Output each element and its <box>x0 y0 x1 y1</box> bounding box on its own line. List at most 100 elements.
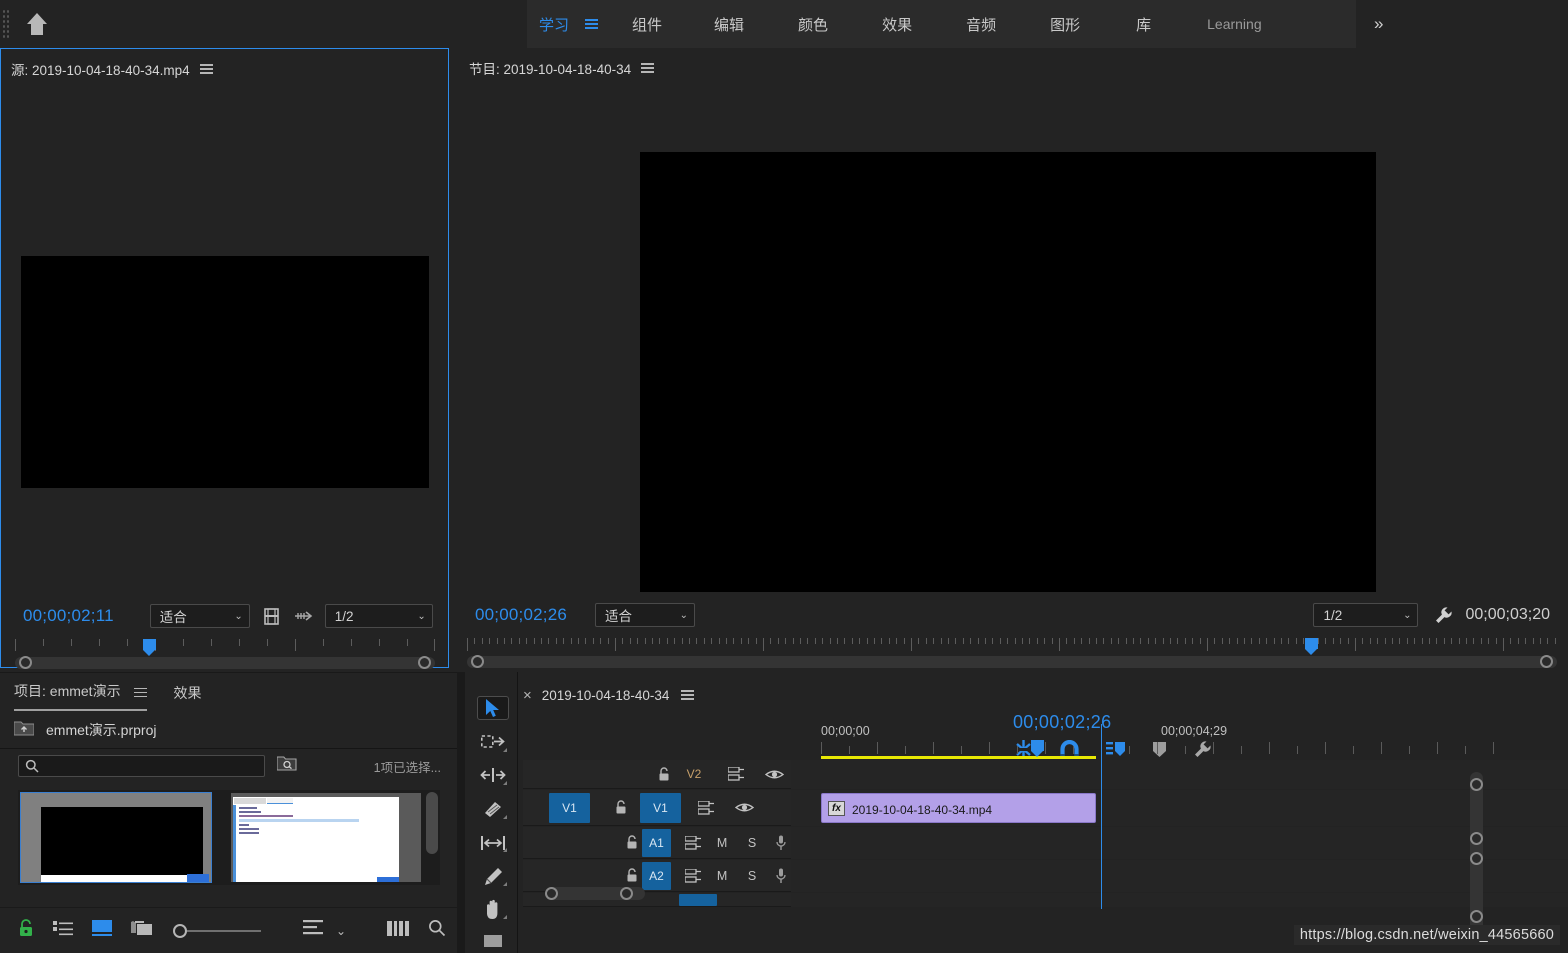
program-playhead-timecode[interactable]: 00;00;02;26 <box>475 605 567 625</box>
track-visibility-icon-v1[interactable] <box>731 796 757 820</box>
search-input[interactable] <box>18 755 265 777</box>
hscroll-handle-left[interactable] <box>545 887 558 900</box>
program-monitor-menu-icon[interactable] <box>641 63 655 73</box>
track-lock-icon-v1[interactable] <box>608 796 634 820</box>
panel-divider[interactable] <box>457 672 465 953</box>
tab-project[interactable]: 项目: emmet演示 <box>14 681 148 711</box>
workspace-tab-audio[interactable]: 音频 <box>956 0 1006 48</box>
sort-dropdown-icon[interactable]: ⌄ <box>336 924 346 938</box>
timeline-horizontal-scrollbar[interactable] <box>545 887 645 900</box>
code-thumbnail[interactable] <box>231 793 421 882</box>
source-resolution-dropdown[interactable]: 1/2 ⌄ <box>324 604 433 628</box>
ripple-edit-tool[interactable] <box>477 764 509 788</box>
video-thumbnail[interactable] <box>20 792 212 883</box>
selection-tool[interactable] <box>476 696 509 720</box>
workspace-tab-learning[interactable]: Learning <box>1197 0 1272 48</box>
automate-to-sequence-icon[interactable] <box>387 920 410 941</box>
source-playhead-timecode[interactable]: 00;00;02;11 <box>23 606 114 626</box>
track-name-badge-v2[interactable]: V2 <box>677 761 711 787</box>
program-fit-dropdown[interactable]: 适合 ⌄ <box>595 603 696 627</box>
program-monitor-tab-label[interactable]: 节目: 2019-10-04-18-40-34 <box>469 58 631 78</box>
track-lock-icon-a1[interactable] <box>622 831 642 855</box>
overflow-chevron-icon[interactable]: » <box>1374 14 1383 34</box>
track-select-forward-tool[interactable] <box>477 730 509 754</box>
program-zoom-handle-left[interactable] <box>471 655 484 668</box>
timeline-vertical-scrollbar[interactable] <box>1470 772 1483 932</box>
program-zoom-scrollbar[interactable] <box>467 655 1557 668</box>
project-file-row[interactable]: emmet演示.prproj <box>0 711 457 749</box>
folder-up-icon[interactable] <box>13 719 35 741</box>
search-field[interactable] <box>43 759 243 773</box>
program-zoom-handle-right[interactable] <box>1540 655 1553 668</box>
timeline-ruler[interactable]: 00;00;00 00;00;04;29 <box>821 724 1509 760</box>
source-zoom-handle-left[interactable] <box>19 656 32 669</box>
workspace-tab-learn[interactable]: 学习 <box>539 0 579 48</box>
timeline-clip-v1[interactable]: fx 2019-10-04-18-40-34.mp4 <box>821 793 1096 823</box>
track-row-a1[interactable]: A1 M S <box>523 827 1568 859</box>
list-view-icon[interactable] <box>53 920 73 941</box>
drag-grip[interactable] <box>2 9 10 39</box>
program-video-area[interactable] <box>457 88 1568 592</box>
track-sync-lock-icon-v1[interactable] <box>693 796 719 820</box>
timeline-menu-icon[interactable] <box>681 690 695 700</box>
vscroll-handle-1[interactable] <box>1470 778 1483 791</box>
track-select-badge-v1[interactable]: V1 <box>549 792 590 823</box>
zoom-tool[interactable] <box>477 929 509 953</box>
project-panel-menu-icon[interactable] <box>134 687 148 698</box>
sort-icon[interactable] <box>303 920 323 941</box>
find-icon[interactable] <box>276 755 297 777</box>
icon-view-icon[interactable] <box>92 920 112 941</box>
find-search-icon[interactable] <box>428 919 446 942</box>
track-lock-icon-v2[interactable] <box>651 762 677 786</box>
vscroll-handle-2[interactable] <box>1470 832 1483 845</box>
zoom-slider[interactable] <box>172 923 262 939</box>
workspace-tab-editing[interactable]: 编辑 <box>704 0 754 48</box>
track-header-a1[interactable]: A1 M S <box>523 827 791 859</box>
vscroll-handle-3[interactable] <box>1470 852 1483 865</box>
export-frame-icon[interactable] <box>263 607 279 625</box>
track-sync-lock-icon-a2[interactable] <box>683 864 703 888</box>
workspace-tab-graphics[interactable]: 图形 <box>1040 0 1090 48</box>
source-playhead[interactable] <box>143 639 156 656</box>
track-name-badge-v1[interactable]: V1 <box>640 792 681 823</box>
project-thumbnails-scrollbar[interactable] <box>426 792 438 854</box>
home-icon[interactable] <box>24 10 50 38</box>
razor-tool[interactable] <box>477 797 509 821</box>
timeline-tab-label[interactable]: 2019-10-04-18-40-34 <box>542 688 670 703</box>
source-monitor-tab-label[interactable]: 源: 2019-10-04-18-40-34.mp4 <box>11 59 190 79</box>
track-name-badge-a1[interactable]: A1 <box>641 828 672 857</box>
program-duration-timecode[interactable]: 00;00;03;20 <box>1465 606 1550 624</box>
work-area-bar[interactable] <box>821 756 1096 759</box>
source-scrub-strip[interactable] <box>15 639 435 671</box>
workspace-tab-effects[interactable]: 效果 <box>872 0 922 48</box>
source-monitor-menu-icon[interactable] <box>199 64 213 74</box>
program-playhead[interactable] <box>1305 638 1318 655</box>
track-header-v1[interactable]: V1 V1 <box>523 790 791 826</box>
track-row-a3[interactable] <box>523 893 1568 907</box>
source-video-area[interactable] <box>1 89 448 554</box>
drag-video-icon[interactable] <box>293 610 313 622</box>
track-solo-a1[interactable]: S <box>745 836 759 850</box>
track-voiceover-icon-a2[interactable] <box>771 864 791 888</box>
workspace-tab-color[interactable]: 颜色 <box>788 0 838 48</box>
track-header-v2[interactable]: V2 <box>523 760 791 789</box>
workspace-menu-icon[interactable] <box>579 19 604 29</box>
source-zoom-handle-right[interactable] <box>418 656 431 669</box>
track-row-v1[interactable]: V1 V1 fx 2019-10-04-18-40-34.mp4 <box>523 790 1568 826</box>
hand-tool[interactable] <box>477 898 509 922</box>
timeline-playhead[interactable] <box>1031 740 1044 757</box>
lock-icon[interactable] <box>18 919 34 942</box>
tab-effects[interactable]: 效果 <box>173 683 201 711</box>
track-solo-a2[interactable]: S <box>745 869 759 883</box>
source-zoom-scrollbar[interactable] <box>15 656 435 669</box>
pen-tool[interactable] <box>477 864 509 888</box>
track-sync-lock-icon-v2[interactable] <box>723 762 749 786</box>
freeform-view-icon[interactable] <box>131 920 153 941</box>
vscroll-handle-4[interactable] <box>1470 910 1483 923</box>
workspace-tab-libraries[interactable]: 库 <box>1126 0 1161 48</box>
track-mute-a2[interactable]: M <box>715 869 729 883</box>
track-mute-a1[interactable]: M <box>715 836 729 850</box>
track-lock-icon-a2[interactable] <box>622 864 642 888</box>
wrench-icon[interactable] <box>1434 606 1453 625</box>
track-row-a2[interactable]: A2 M S <box>523 860 1568 892</box>
